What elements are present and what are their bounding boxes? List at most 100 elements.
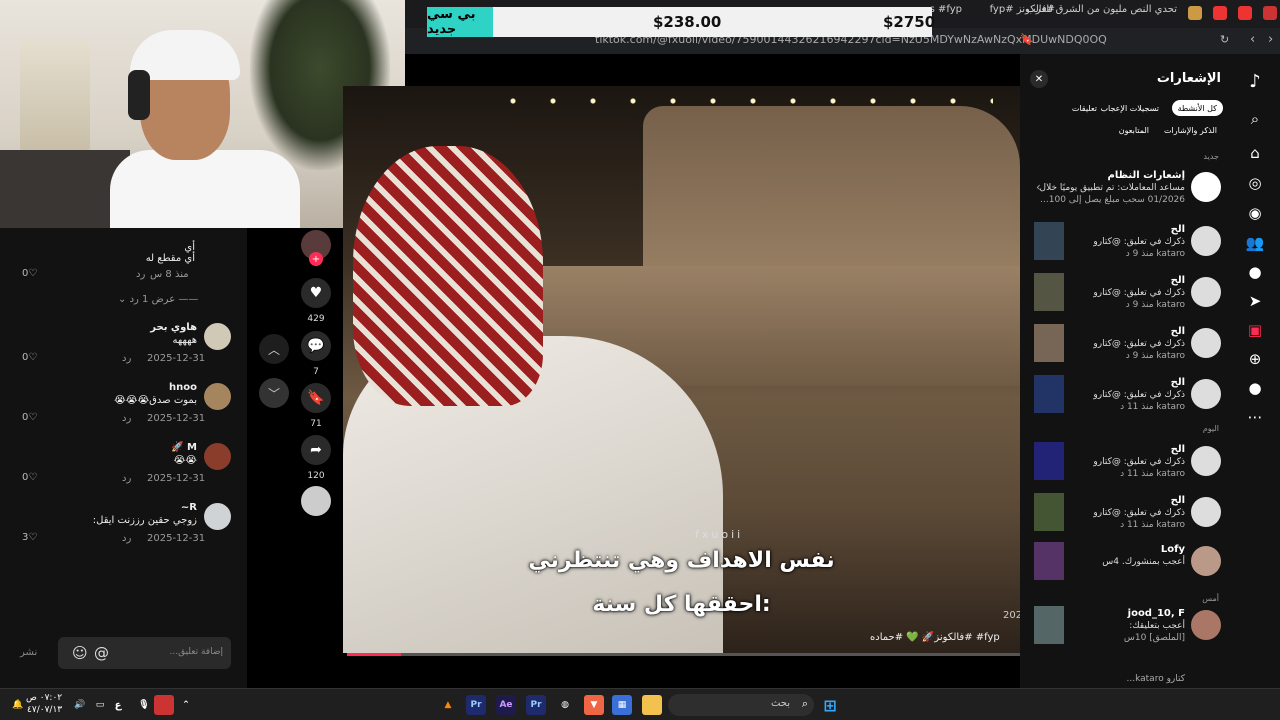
explore-icon[interactable]: ◎ [1244, 172, 1266, 194]
like-icon[interactable]: ♥ [301, 278, 331, 308]
premiere-icon[interactable]: Pr [466, 695, 486, 715]
notification-thumbnail[interactable] [1034, 606, 1064, 644]
share-icon[interactable]: ➦ [301, 435, 331, 465]
next-video-icon[interactable]: ﹀ [259, 378, 289, 408]
view-replies-button[interactable]: ⌄ عرض 1 رد —— [118, 294, 198, 305]
tiktok-logo-icon[interactable]: ♪ [1244, 70, 1266, 92]
search-icon[interactable]: ⌕ [1244, 108, 1266, 130]
notification-item[interactable]: الح ذكرك في تعليق: @كتارو kataro منذ 9 د [1020, 220, 1231, 264]
notification-item[interactable]: jood_10, F أعجب بتعليقك: [الملصق] 10س [1020, 604, 1231, 648]
notification-thumbnail[interactable] [1034, 273, 1064, 311]
notification-thumbnail[interactable] [1034, 222, 1064, 260]
comment-input[interactable]: إضافة تعليق... @ ☺ [58, 637, 231, 669]
forward-icon[interactable]: › [1268, 32, 1273, 47]
video-player[interactable]: fxuoii نفس الاهداف وهي تنتظرني احققها كل… [343, 86, 1020, 653]
comment-icon[interactable]: 💬 [301, 331, 331, 361]
more-icon[interactable]: ⋯ [1244, 406, 1266, 428]
premiere-icon-2[interactable]: Pr [526, 695, 546, 715]
post-button[interactable]: نشر [20, 647, 37, 658]
reload-icon[interactable]: ↻ [1220, 33, 1229, 46]
like-count[interactable]: 0♡ [22, 412, 37, 423]
notification-item[interactable]: Lofy أعجب بمنشورك. 4س [1020, 540, 1231, 584]
language-icon[interactable]: ع [108, 695, 128, 715]
filter-likes[interactable]: تسجيلات الإعجاب [1095, 100, 1165, 116]
follow-plus-icon[interactable]: + [309, 252, 323, 266]
system-notification[interactable]: إشعارات النظام مساعد المعاملات: تم تطبيق… [1020, 166, 1231, 210]
commenter-name[interactable]: M 🚀 [171, 442, 197, 453]
emoji-icon[interactable]: ☺ [72, 644, 88, 662]
notifier-avatar[interactable] [1191, 277, 1221, 307]
network-icon[interactable]: ▭ [90, 695, 110, 715]
notifier-avatar[interactable] [1191, 446, 1221, 476]
windows-start-icon[interactable]: ⊞ [820, 695, 840, 715]
tab-3[interactable]: تحدي النص مليون من الشرق للغرب بالك [1027, 4, 1177, 24]
chevron-left-icon[interactable]: ‹ [1036, 180, 1041, 194]
like-count[interactable]: 0♡ [22, 352, 37, 363]
notification-thumbnail[interactable] [1034, 542, 1064, 580]
messages-icon[interactable]: ➤ [1244, 290, 1266, 312]
volume-icon[interactable]: 🔊 [70, 695, 90, 715]
filter-followers[interactable]: المتابعون [1113, 122, 1155, 138]
notifier-avatar[interactable] [1191, 610, 1221, 640]
live-icon[interactable]: ◉ [1244, 202, 1266, 224]
commenter-avatar[interactable] [204, 443, 231, 470]
like-count[interactable]: 0♡ [22, 472, 37, 483]
filter-comments[interactable]: تعليقات [1066, 100, 1103, 116]
bookmark-icon[interactable]: 🔖 [1020, 33, 1034, 46]
inbox-icon[interactable]: ▣ [1244, 319, 1266, 341]
filter-mentions[interactable]: الذكر والإشارات [1158, 122, 1223, 138]
notification-thumbnail[interactable] [1034, 442, 1064, 480]
taskbar-search[interactable]: بحث ⌕ [668, 694, 814, 716]
close-icon[interactable]: ✕ [1030, 70, 1048, 88]
home-icon[interactable]: ⌂ [1244, 142, 1266, 164]
tab-icon[interactable] [1238, 6, 1252, 20]
store-icon[interactable]: ▦ [612, 695, 632, 715]
reply-button[interactable]: رد [122, 533, 131, 544]
notifier-avatar[interactable] [1191, 379, 1221, 409]
vlc-icon[interactable]: ▲ [438, 695, 458, 715]
tab-icon[interactable] [1188, 6, 1202, 20]
friends-avatar-icon[interactable]: ● [1244, 261, 1266, 283]
notifier-avatar[interactable] [1191, 226, 1221, 256]
music-disc[interactable] [301, 486, 331, 516]
reply-button[interactable]: رد [122, 473, 131, 484]
tab-icon[interactable] [1263, 6, 1277, 20]
notifier-avatar[interactable] [1191, 328, 1221, 358]
reply-button[interactable]: رد [122, 353, 131, 364]
commenter-name[interactable]: hnoo [169, 382, 197, 393]
notification-item[interactable]: الح ذكرك في تعليق: @كتارو kataro منذ 9 د [1020, 322, 1231, 366]
video-progress[interactable] [347, 653, 1020, 656]
following-icon[interactable]: 👥 [1244, 232, 1266, 254]
chevron-up-icon[interactable]: ⌃ [176, 695, 196, 715]
prev-video-icon[interactable]: ︿ [259, 334, 289, 364]
notification-item[interactable]: الح ذكرك في تعليق: @كتارو kataro منذ 9 د [1020, 271, 1231, 315]
after-effects-icon[interactable]: Ae [496, 695, 516, 715]
taskbar-clock[interactable]: ٠٧:٠٢ ص ٤٧/٠٧/١٣ [26, 692, 62, 716]
video-caption[interactable]: fyp# #فالكونز🚀 💚 #حماده [870, 632, 1000, 643]
commenter-avatar[interactable] [204, 503, 231, 530]
tab-icon[interactable] [1213, 6, 1227, 20]
reply-button[interactable]: رد [136, 269, 145, 280]
upload-icon[interactable]: ⊕ [1244, 348, 1266, 370]
back-icon[interactable]: ‹ [1250, 32, 1255, 47]
commenter-avatar[interactable] [204, 383, 231, 410]
notification-item[interactable]: الح ذكرك في تعليق: @كتارو kataro منذ 11 د [1020, 491, 1231, 535]
notification-item[interactable]: الح ذكرك في تعليق: @كتارو kataro منذ 11 د [1020, 440, 1231, 484]
app-tray-icon[interactable] [154, 695, 174, 715]
notifier-avatar[interactable] [1191, 497, 1221, 527]
notification-thumbnail[interactable] [1034, 375, 1064, 413]
bookmark-icon[interactable]: 🔖 [301, 383, 331, 413]
commenter-name[interactable]: R~ [181, 502, 197, 513]
filter-all[interactable]: كل الأنشطة [1171, 100, 1223, 116]
reply-button[interactable]: رد [122, 413, 131, 424]
notifier-avatar[interactable] [1191, 546, 1221, 576]
notification-item[interactable]: الح ذكرك في تعليق: @كتارو kataro منذ 11 د [1020, 373, 1231, 417]
like-count[interactable]: 0♡ [22, 268, 37, 279]
brave-icon[interactable]: ▼ [584, 695, 604, 715]
chrome-icon[interactable]: ◍ [555, 695, 575, 715]
notification-bell-icon[interactable]: 🔔 [8, 695, 28, 715]
notification-thumbnail[interactable] [1034, 324, 1064, 362]
commenter-avatar[interactable] [204, 323, 231, 350]
commenter-name[interactable]: هاوي بحر [150, 322, 197, 333]
like-count[interactable]: 3♡ [22, 532, 37, 543]
